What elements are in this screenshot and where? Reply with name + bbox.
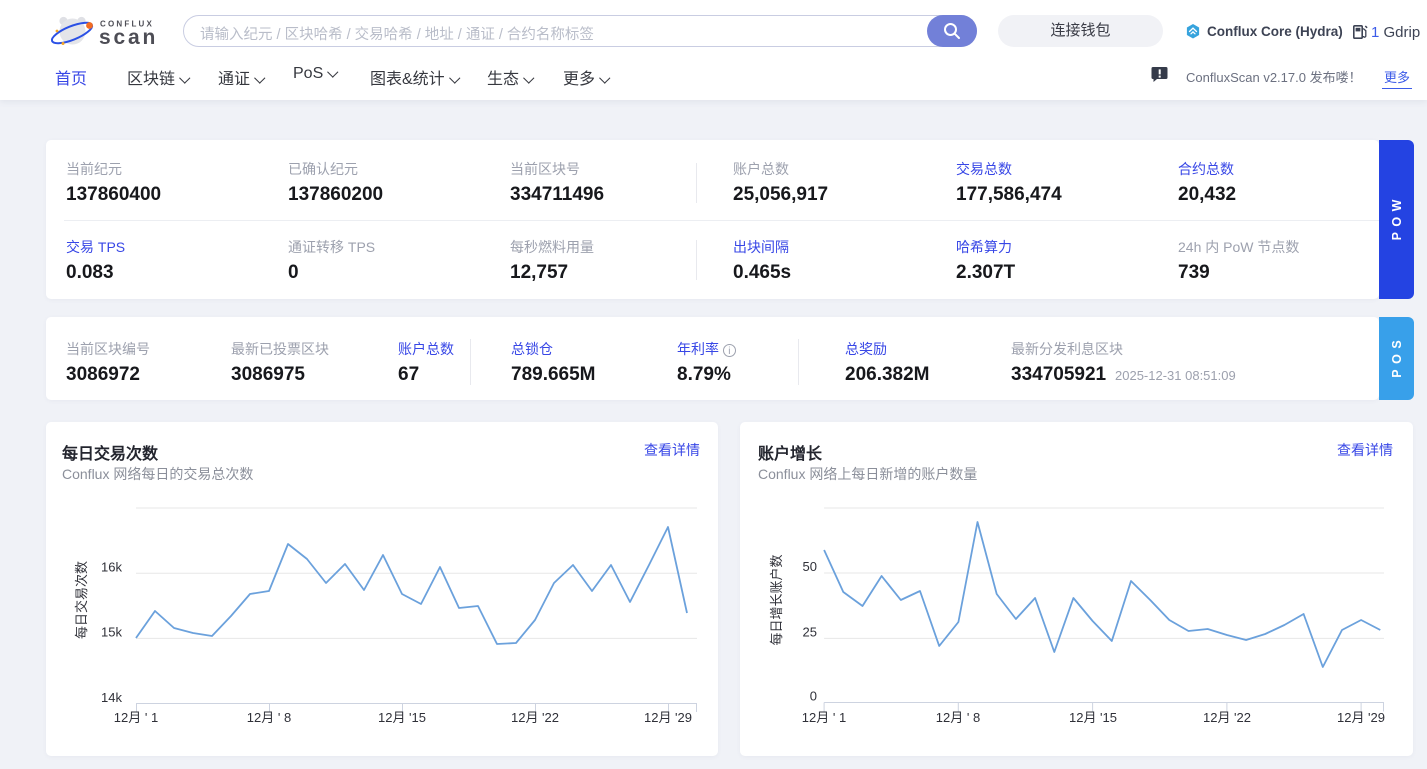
svg-text:16k: 16k [101, 560, 122, 575]
svg-text:14k: 14k [101, 690, 122, 705]
svg-text:12月 '29: 12月 '29 [1337, 710, 1385, 725]
svg-text:15k: 15k [101, 625, 122, 640]
svg-text:12月 ' 8: 12月 ' 8 [247, 710, 291, 725]
svg-text:12月 '22: 12月 '22 [511, 710, 559, 725]
svg-text:每日交易次数: 每日交易次数 [74, 561, 89, 639]
svg-text:12月 '22: 12月 '22 [1203, 710, 1251, 725]
svg-text:12月 '15: 12月 '15 [378, 710, 426, 725]
svg-text:12月 ' 8: 12月 ' 8 [936, 710, 980, 725]
svg-text:12月 '15: 12月 '15 [1069, 710, 1117, 725]
svg-text:50: 50 [803, 559, 817, 574]
svg-text:每日增长账户数: 每日增长账户数 [769, 554, 784, 645]
svg-text:12月 '29: 12月 '29 [644, 710, 692, 725]
svg-text:12月 ' 1: 12月 ' 1 [114, 710, 158, 725]
svg-text:0: 0 [810, 689, 817, 704]
svg-text:scan: scan [99, 26, 158, 49]
svg-text:12月 ' 1: 12月 ' 1 [802, 710, 846, 725]
svg-text:25: 25 [803, 624, 817, 639]
